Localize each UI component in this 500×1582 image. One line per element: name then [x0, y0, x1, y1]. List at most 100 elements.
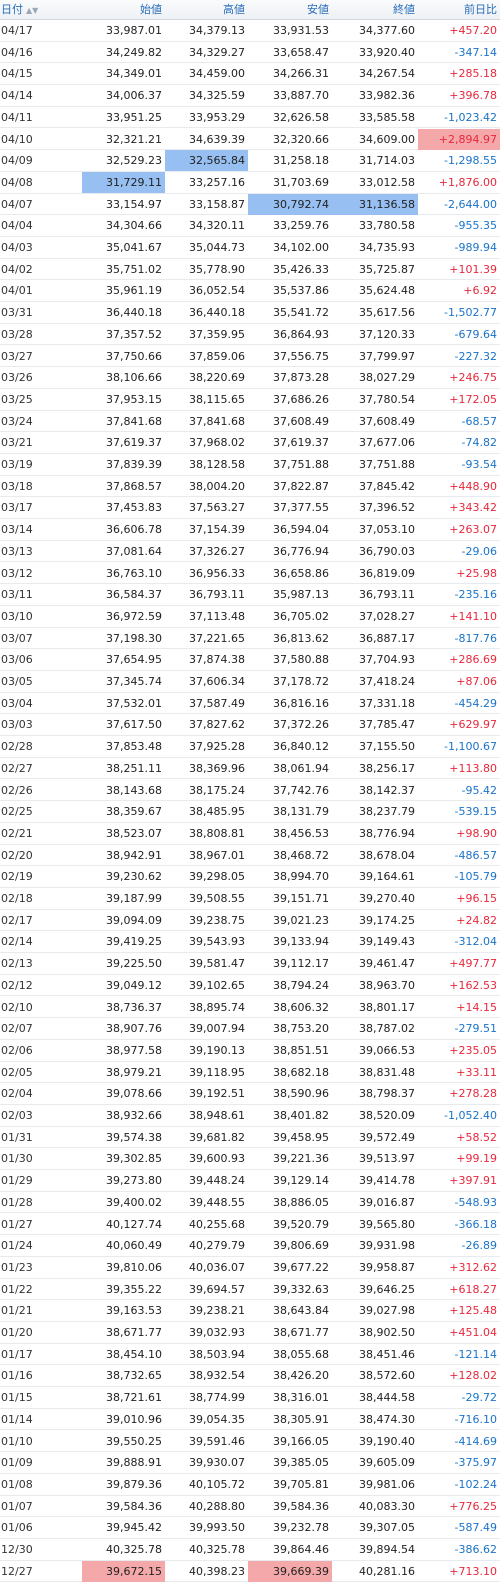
change-cell: -74.82 [461, 436, 497, 450]
close-cell: 39,016.87 [359, 1195, 415, 1209]
high-cell: 39,238.21 [189, 1304, 245, 1318]
close-cell: 36,793.11 [359, 588, 415, 602]
open-cell: 39,672.15 [82, 1560, 165, 1582]
low-cell: 35,541.72 [273, 306, 329, 320]
high-cell: 37,841.68 [189, 414, 245, 428]
change-cell: -29.06 [461, 544, 497, 558]
close-cell: 38,572.60 [359, 1369, 415, 1383]
open-cell: 35,961.19 [106, 284, 162, 298]
high-cell: 38,948.61 [189, 1109, 245, 1122]
open-cell: 39,550.25 [106, 1434, 162, 1448]
close-cell: 37,799.97 [359, 349, 415, 363]
open-cell: 37,345.74 [106, 675, 162, 688]
date-cell: 02/12 [1, 978, 33, 992]
table-row: 01/16 38,732.65 38,932.54 38,426.20 38,572.6… [0, 1365, 500, 1388]
close-cell: 38,801.17 [359, 1000, 415, 1014]
open-cell: 38,932.66 [106, 1109, 162, 1122]
close-cell: 38,787.02 [359, 1022, 415, 1036]
change-cell: -235.16 [454, 588, 497, 602]
high-cell: 39,118.95 [189, 1065, 245, 1079]
header-open[interactable]: 始値 [82, 0, 162, 20]
header-date[interactable]: 日付 ▲▼ [1, 0, 82, 20]
table-row: 12/27 39,672.15 40,398.23 39,669.39 40,281.1… [0, 1560, 500, 1582]
low-cell: 38,316.01 [273, 1391, 329, 1405]
change-cell: +263.07 [449, 523, 497, 537]
high-cell: 39,581.47 [189, 957, 245, 971]
close-cell: 39,931.98 [359, 1239, 415, 1253]
low-cell: 38,682.18 [273, 1065, 329, 1079]
change-cell: +14.15 [456, 1000, 497, 1014]
high-cell: 40,255.68 [189, 1217, 245, 1231]
sort-icon[interactable]: ▲▼ [26, 1, 38, 21]
change-cell: +98.90 [456, 826, 497, 840]
date-cell: 03/05 [1, 675, 33, 688]
change-cell: +162.53 [449, 978, 497, 992]
date-cell: 02/07 [1, 1022, 33, 1036]
close-cell: 38,776.94 [359, 826, 415, 840]
low-cell: 39,385.05 [273, 1456, 329, 1470]
date-cell: 02/03 [1, 1109, 33, 1122]
date-cell: 02/13 [1, 957, 33, 971]
change-cell: -1,502.77 [444, 306, 497, 320]
low-cell: 38,994.70 [273, 870, 329, 884]
change-cell: +172.05 [449, 392, 497, 406]
close-cell: 38,027.29 [359, 371, 415, 385]
date-cell: 03/24 [1, 414, 33, 428]
header-low[interactable]: 安値 [248, 0, 329, 20]
change-cell: -105.79 [454, 870, 497, 884]
date-cell: 01/20 [1, 1326, 33, 1339]
change-cell: +618.27 [449, 1282, 497, 1296]
change-cell: -347.14 [454, 45, 497, 59]
date-cell: 02/21 [1, 826, 33, 840]
date-cell: 03/26 [1, 371, 33, 385]
date-cell: 04/02 [1, 262, 33, 276]
open-cell: 33,154.97 [106, 197, 162, 211]
change-cell: +99.19 [456, 1152, 497, 1166]
open-cell: 34,349.01 [106, 67, 162, 81]
close-cell: 39,513.97 [359, 1152, 415, 1166]
header-high[interactable]: 高値 [165, 0, 245, 20]
close-cell: 33,012.58 [359, 175, 415, 189]
date-cell: 04/07 [1, 197, 33, 211]
low-cell: 37,873.28 [273, 371, 329, 385]
change-cell: -679.64 [454, 327, 497, 341]
table-row: 02/10 38,736.37 38,895.74 38,606.32 38,801.1… [0, 997, 500, 1019]
low-cell: 37,580.88 [273, 653, 329, 667]
change-cell: +24.82 [456, 913, 497, 927]
table-row: 02/03 38,932.66 38,948.61 38,401.82 38,520.0… [0, 1105, 500, 1127]
open-cell: 37,198.30 [106, 631, 162, 645]
table-row: 02/12 39,049.12 39,102.65 38,794.24 38,963.7… [0, 975, 500, 997]
header-close[interactable]: 終値 [332, 0, 415, 20]
table-row: 01/22 39,355.22 39,694.57 39,332.63 39,646.2… [0, 1279, 500, 1301]
change-cell: -414.69 [454, 1434, 497, 1448]
high-cell: 34,459.00 [189, 67, 245, 81]
close-cell: 39,307.05 [359, 1521, 415, 1535]
change-cell: +87.06 [456, 675, 497, 688]
header-change[interactable]: 前日比 [418, 0, 497, 20]
low-cell: 36,658.86 [273, 566, 329, 580]
table-row: 02/28 37,853.48 37,925.28 36,840.12 37,155.5… [0, 736, 500, 758]
close-cell: 39,605.09 [359, 1456, 415, 1470]
close-cell: 37,053.10 [359, 523, 415, 537]
date-cell: 01/27 [1, 1217, 33, 1231]
table-row: 03/21 37,619.37 37,968.02 37,619.37 37,677.0… [0, 432, 500, 454]
table-row: 01/24 40,060.49 40,279.79 39,806.69 39,931.9… [0, 1235, 500, 1257]
high-cell: 40,279.79 [189, 1239, 245, 1253]
close-cell: 37,608.49 [359, 414, 415, 428]
high-cell: 39,298.05 [189, 870, 245, 884]
table-row: 03/19 37,839.39 38,128.58 37,751.88 37,751.8… [0, 454, 500, 476]
change-cell: +58.52 [456, 1130, 497, 1144]
table-row: 04/09 32,529.23 32,565.84 31,258.18 31,714.0… [0, 150, 500, 172]
date-cell: 01/31 [1, 1130, 33, 1144]
date-cell: 03/06 [1, 653, 33, 667]
low-cell: 38,590.96 [273, 1087, 329, 1101]
low-cell: 37,372.26 [273, 718, 329, 732]
open-cell: 37,853.48 [106, 740, 162, 754]
open-cell: 37,081.64 [106, 544, 162, 558]
change-cell: +141.10 [449, 609, 497, 623]
table-row: 03/12 36,763.10 36,956.33 36,658.86 36,819.0… [0, 563, 500, 585]
high-cell: 36,956.33 [189, 566, 245, 580]
change-cell: -312.04 [454, 935, 497, 949]
close-cell: 40,083.30 [359, 1499, 415, 1513]
change-cell: +246.75 [449, 371, 497, 385]
